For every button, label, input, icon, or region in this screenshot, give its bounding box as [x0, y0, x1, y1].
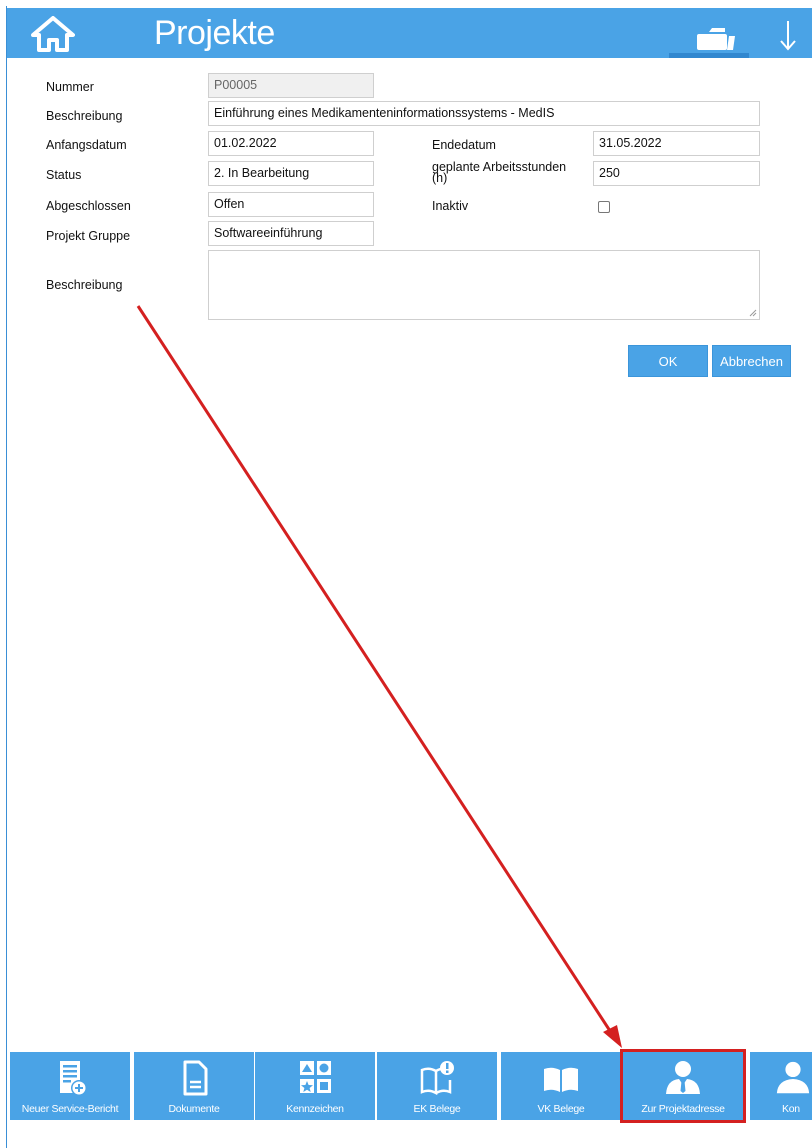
inaktiv-checkbox[interactable]	[598, 201, 610, 213]
resize-handle-icon[interactable]	[749, 309, 757, 317]
toolbar-item-kon[interactable]: Kon	[750, 1052, 812, 1120]
status-label: Status	[46, 168, 82, 182]
toolbar-item-dokumente[interactable]: Dokumente	[134, 1052, 254, 1120]
flags-icon	[300, 1061, 331, 1093]
toolbar-item-neuer-service-bericht[interactable]: Neuer Service-Bericht	[10, 1052, 130, 1120]
anfangsdatum-field[interactable]: 01.02.2022	[208, 131, 374, 156]
stunden-label: geplante Arbeitsstunden (h)	[432, 160, 567, 185]
page-title: Projekte	[154, 14, 275, 52]
person-icon	[666, 1061, 700, 1094]
arrow-down-icon[interactable]	[777, 17, 799, 53]
cancel-button[interactable]: Abbrechen	[712, 345, 791, 377]
new-service-report-icon	[60, 1061, 87, 1096]
contact-icon	[776, 1061, 810, 1094]
toolbar-label: Kennzeichen	[286, 1103, 344, 1115]
beschreibung2-label: Beschreibung	[46, 278, 123, 292]
abgeschlossen-label: Abgeschlossen	[46, 199, 131, 213]
toolbar-item-kennzeichen[interactable]: Kennzeichen	[255, 1052, 375, 1120]
nummer-field: P00005	[208, 73, 374, 98]
toolbar-label: Kon	[782, 1103, 800, 1115]
endedatum-field[interactable]: 31.05.2022	[593, 131, 760, 156]
home-icon[interactable]	[31, 16, 75, 52]
sales-receipts-icon	[544, 1067, 578, 1092]
document-icon	[183, 1060, 208, 1096]
ok-button[interactable]: OK	[628, 345, 708, 377]
beschreibung-textarea[interactable]	[208, 250, 760, 320]
beschreibung-label: Beschreibung	[46, 109, 123, 123]
folders-icon[interactable]	[695, 24, 737, 52]
inaktiv-label: Inaktiv	[432, 199, 469, 213]
toolbar-label: VK Belege	[537, 1103, 585, 1115]
stunden-field[interactable]: 250	[593, 161, 760, 186]
header-underline	[669, 53, 749, 58]
gruppe-field[interactable]: Softwareeinführung	[208, 221, 374, 246]
bottom-toolbar: Neuer Service-Bericht Dokumente Kennzeic…	[10, 1049, 812, 1123]
toolbar-label: Neuer Service-Bericht	[21, 1103, 119, 1115]
nummer-label: Nummer	[46, 80, 94, 94]
header-bar: Projekte	[7, 8, 812, 58]
status-field[interactable]: 2. In Bearbeitung	[208, 161, 374, 186]
toolbar-label: Zur Projektadresse	[641, 1103, 725, 1115]
gruppe-label: Projekt Gruppe	[46, 229, 131, 243]
toolbar-label: Dokumente	[168, 1103, 220, 1115]
toolbar-item-zur-projektadresse[interactable]: Zur Projektadresse	[620, 1049, 746, 1123]
purchase-receipts-icon	[420, 1061, 454, 1096]
anfangsdatum-label: Anfangsdatum	[46, 138, 127, 152]
toolbar-item-vk-belege[interactable]: VK Belege	[501, 1052, 621, 1120]
toolbar-label: EK Belege	[413, 1103, 461, 1115]
beschreibung-field[interactable]: Einführung eines Medikamenteninformation…	[208, 101, 760, 126]
toolbar-item-ek-belege[interactable]: EK Belege	[377, 1052, 497, 1120]
endedatum-label: Endedatum	[432, 138, 496, 152]
abgeschlossen-field[interactable]: Offen	[208, 192, 374, 217]
